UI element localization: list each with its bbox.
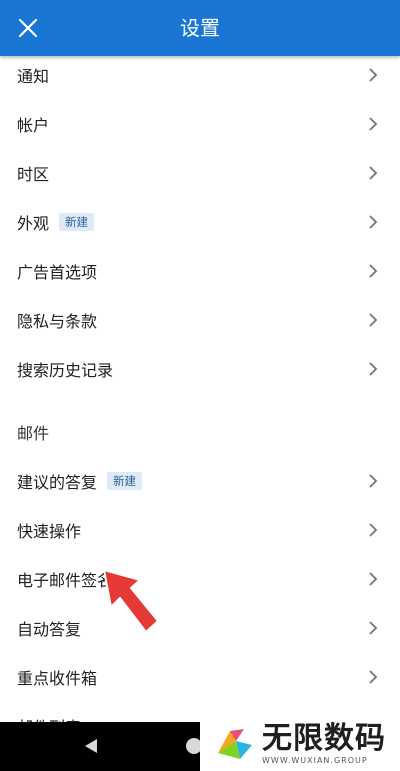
watermark-text: 无限数码 WWW.WUXIAN.GROUP (262, 721, 386, 766)
settings-item-label: 时区 (17, 164, 50, 184)
settings-item-appearance[interactable]: 外观 新建 (0, 197, 400, 246)
chevron-right-icon (369, 522, 378, 537)
new-badge: 新建 (107, 471, 143, 490)
chevron-right-icon (369, 620, 378, 635)
app-bar: 设置 (0, 0, 400, 56)
settings-item-focused-inbox[interactable]: 重点收件箱 (0, 652, 400, 701)
settings-item-label: 搜索历史记录 (17, 360, 114, 380)
settings-item-privacy[interactable]: 隐私与条款 (0, 295, 400, 344)
settings-item-label: 电子邮件签名 (17, 570, 114, 590)
chevron-right-icon (369, 473, 378, 488)
settings-item-label: 通知 (17, 66, 50, 86)
page-title: 设置 (180, 16, 220, 40)
chevron-right-icon (369, 571, 378, 586)
settings-item-timezone[interactable]: 时区 (0, 148, 400, 197)
new-badge: 新建 (59, 212, 95, 231)
watermark-title: 无限数码 (262, 721, 386, 756)
settings-item-suggested-replies[interactable]: 建议的答复 新建 (0, 456, 400, 505)
chevron-right-icon (369, 312, 378, 327)
settings-item-label: 自动答复 (17, 619, 82, 639)
back-icon[interactable] (84, 738, 98, 754)
settings-item-label: 外观 (17, 213, 50, 233)
settings-item-search-history[interactable]: 搜索历史记录 (0, 344, 400, 393)
settings-item-label: 隐私与条款 (17, 311, 98, 331)
settings-item-label: 快速操作 (17, 521, 82, 541)
chevron-right-icon (369, 263, 378, 278)
chevron-right-icon (369, 214, 378, 229)
settings-item-label: 广告首选项 (17, 262, 98, 282)
section-header-mail: 邮件 (17, 423, 50, 443)
chevron-right-icon (369, 165, 378, 180)
settings-item-ad-preferences[interactable]: 广告首选项 (0, 246, 400, 295)
settings-item-email-signature[interactable]: 电子邮件签名 (0, 554, 400, 603)
settings-item-quick-actions[interactable]: 快速操作 (0, 505, 400, 554)
chevron-right-icon (369, 669, 378, 684)
settings-item-notifications[interactable]: 通知 (0, 50, 400, 99)
chevron-right-icon (369, 361, 378, 376)
settings-item-accounts[interactable]: 帐户 (0, 99, 400, 148)
watermark-url: WWW.WUXIAN.GROUP (262, 756, 368, 765)
settings-item-label: 帐户 (17, 115, 50, 135)
settings-item-auto-reply[interactable]: 自动答复 (0, 603, 400, 652)
settings-list: 通知 帐户 时区 外观 新建 广告首选项 隐私与条款 搜索历史记录 邮件 建议的… (0, 50, 400, 750)
chevron-right-icon (369, 67, 378, 82)
watermark: 无限数码 WWW.WUXIAN.GROUP (200, 717, 400, 771)
settings-item-label: 重点收件箱 (17, 668, 98, 688)
annotation-arrow-icon (103, 569, 159, 633)
settings-item-label: 建议的答复 (17, 472, 98, 492)
chevron-right-icon (369, 116, 378, 131)
brand-logo-icon (218, 729, 252, 759)
